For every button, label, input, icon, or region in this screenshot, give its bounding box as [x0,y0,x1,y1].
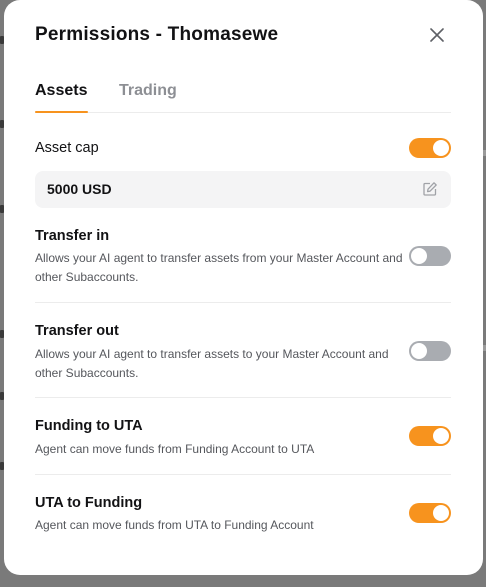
asset-cap-value: 5000 USD [47,181,112,197]
toggle-knob [433,505,449,521]
funding-to-uta-title: Funding to UTA [35,418,143,434]
divider [35,474,451,475]
tab-trading[interactable]: Trading [119,82,177,112]
close-icon [430,28,444,42]
divider [35,302,451,303]
transfer-in-toggle[interactable] [409,246,451,266]
active-tab-indicator [35,111,88,113]
transfer-in-title: Transfer in [35,228,110,244]
uta-to-funding-toggle[interactable] [409,503,451,523]
toggle-knob [433,428,449,444]
toggle-knob [411,248,427,264]
edit-asset-cap-button[interactable] [422,181,438,197]
tab-assets[interactable]: Assets [35,82,87,112]
tab-bar: Assets Trading [35,82,451,113]
divider [35,397,451,398]
toggle-knob [411,343,427,359]
asset-cap-field[interactable]: 5000 USD [35,171,451,208]
permissions-dialog: Permissions - Thomasewe Assets Trading A… [4,0,483,575]
transfer-in-description: Allows your AI agent to transfer assets … [35,251,403,284]
transfer-out-toggle[interactable] [409,341,451,361]
uta-to-funding-description: Agent can move funds from UTA to Funding… [35,518,314,532]
uta-to-funding-title: UTA to Funding [35,495,143,511]
funding-to-uta-description: Agent can move funds from Funding Accoun… [35,442,315,456]
asset-cap-toggle[interactable] [409,138,451,158]
transfer-out-description: Allows your AI agent to transfer assets … [35,347,389,380]
asset-cap-label: Asset cap [35,140,99,156]
toggle-knob [433,140,449,156]
funding-to-uta-toggle[interactable] [409,426,451,446]
close-button[interactable] [426,24,448,46]
dialog-title: Permissions - Thomasewe [35,24,279,45]
edit-icon [423,182,437,196]
transfer-out-title: Transfer out [35,323,119,339]
